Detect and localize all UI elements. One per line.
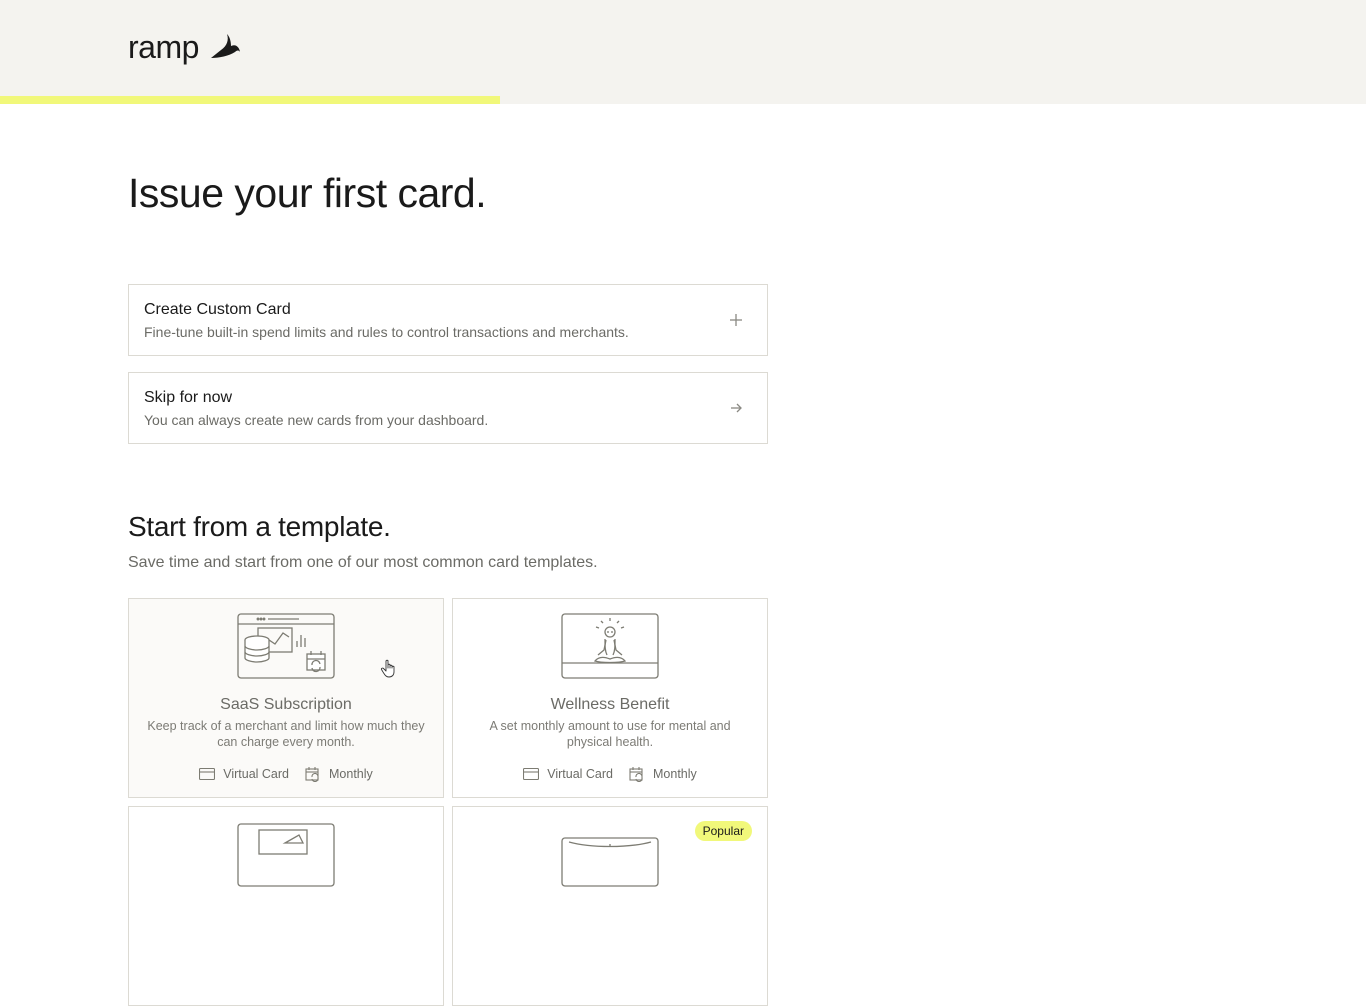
laptop-illustration xyxy=(237,823,335,887)
card-type-label: Virtual Card xyxy=(547,767,613,781)
ramp-logo-icon xyxy=(210,34,240,58)
logo-wordmark: ramp xyxy=(128,29,199,65)
page-title: Issue your first card. xyxy=(128,170,487,216)
credit-card-icon xyxy=(523,768,540,780)
progress-fill xyxy=(0,96,500,104)
saas-dashboard-illustration xyxy=(237,613,335,679)
ramp-logo[interactable]: ramp xyxy=(128,30,241,64)
monitor-illustration xyxy=(561,837,659,887)
template-title: SaaS Subscription xyxy=(220,696,352,713)
card-type: Virtual Card xyxy=(199,767,289,781)
meditation-illustration xyxy=(561,613,659,679)
templates-section-title: Start from a template. xyxy=(128,511,391,542)
template-card[interactable] xyxy=(128,806,444,1006)
template-title: Wellness Benefit xyxy=(550,696,670,713)
recurring-calendar-icon xyxy=(305,767,319,782)
template-meta: Virtual Card Monthly xyxy=(453,766,767,782)
card-type-label: Virtual Card xyxy=(223,767,289,781)
hand-cursor-icon xyxy=(380,659,395,678)
template-card-wellness-benefit[interactable]: Wellness Benefit A set monthly amount to… xyxy=(452,598,768,798)
template-meta: Virtual Card Monthly xyxy=(129,766,443,782)
frequency-label: Monthly xyxy=(329,767,373,781)
template-description: A set monthly amount to use for mental a… xyxy=(489,719,731,749)
plus-icon xyxy=(730,314,742,326)
skip-for-now-option[interactable]: Skip for now You can always create new c… xyxy=(128,372,768,444)
frequency: Monthly xyxy=(629,766,697,782)
popular-badge: Popular xyxy=(694,821,752,841)
card-type: Virtual Card xyxy=(523,767,613,781)
create-custom-card-option[interactable]: Create Custom Card Fine-tune built-in sp… xyxy=(128,284,768,356)
arrow-right-icon xyxy=(731,403,742,413)
option-description: You can always create new cards from you… xyxy=(144,412,489,428)
templates-section-subtitle: Save time and start from one of our most… xyxy=(128,554,598,571)
option-title: Create Custom Card xyxy=(144,301,291,318)
template-card-saas-subscription[interactable]: SaaS Subscription Keep track of a mercha… xyxy=(128,598,444,798)
onboarding-progress-bar xyxy=(0,96,1366,104)
frequency: Monthly xyxy=(305,766,373,782)
option-description: Fine-tune built-in spend limits and rule… xyxy=(144,324,629,340)
frequency-label: Monthly xyxy=(653,767,697,781)
template-card[interactable]: Popular xyxy=(452,806,768,1006)
credit-card-icon xyxy=(199,768,216,780)
template-description: Keep track of a merchant and limit how m… xyxy=(147,719,425,749)
top-header: ramp xyxy=(0,0,1366,96)
recurring-calendar-icon xyxy=(629,767,643,782)
option-title: Skip for now xyxy=(144,389,233,406)
